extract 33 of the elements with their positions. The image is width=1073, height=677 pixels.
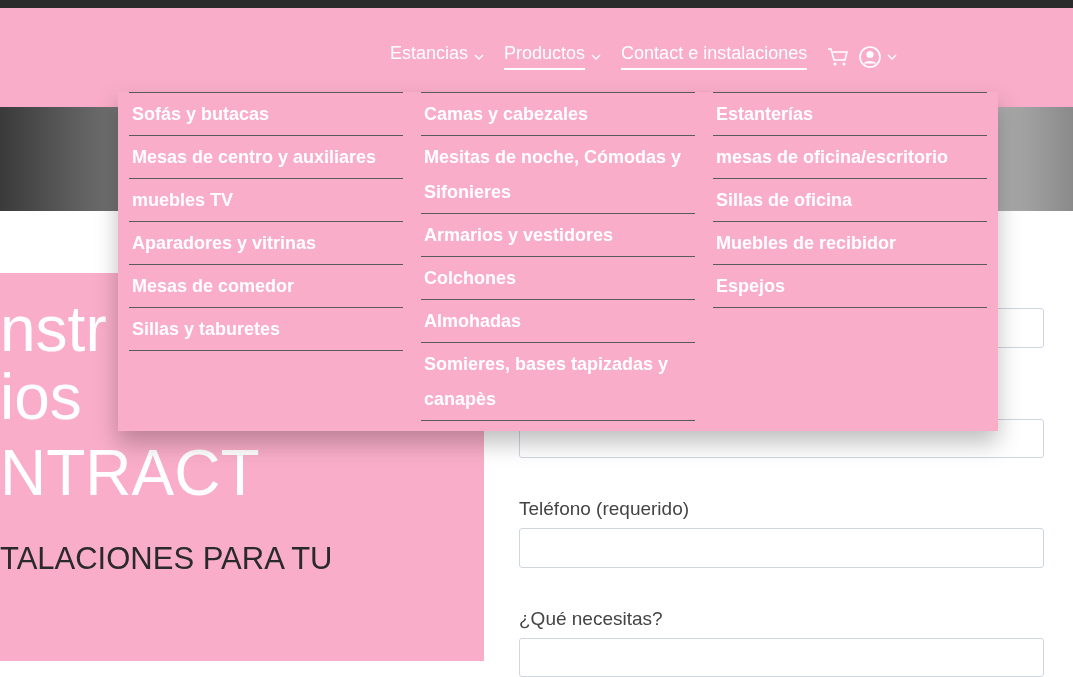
hero-title-line: ios	[0, 363, 82, 431]
menu-item[interactable]: Almohadas	[421, 299, 695, 342]
hero-title-line: NTRACT	[0, 439, 260, 507]
menu-item[interactable]: muebles TV	[129, 178, 403, 221]
menu-item[interactable]: mesas de oficina/escritorio	[713, 135, 987, 178]
nav-link[interactable]: Productos	[504, 43, 586, 70]
menu-item[interactable]: Sofás y butacas	[129, 92, 403, 135]
menu-item[interactable]: Camas y cabezales	[421, 92, 695, 135]
input-field[interactable]	[519, 637, 1044, 677]
account-icon[interactable]	[859, 45, 882, 68]
nav-link[interactable]: Contact e instalaciones	[621, 43, 808, 70]
field-label: Teléfono (requerido)	[519, 498, 691, 520]
input-field[interactable]	[519, 528, 1044, 568]
hero-subtitle: TALACIONES PARA TU	[0, 541, 333, 577]
menu-item[interactable]: Estanterías	[713, 92, 987, 135]
menu-item[interactable]: Colchones	[421, 256, 695, 299]
nav-link[interactable]: Estancias	[390, 43, 469, 70]
chevron-icon	[474, 53, 485, 60]
field-label: ¿Qué necesitas?	[519, 607, 664, 630]
menu-item[interactable]: Espejos	[713, 264, 987, 307]
menu-item[interactable]: Mesitas de noche, Cómodas y Sifonieres	[421, 135, 695, 213]
hero-title-line: nstr	[0, 295, 107, 363]
chevron-icon	[591, 53, 602, 60]
menu-item[interactable]: Somieres, bases tapizadas y canapès	[421, 342, 695, 420]
cart-icon[interactable]	[827, 46, 850, 67]
menu-item[interactable]: Armarios y vestidores	[421, 213, 695, 256]
menu-item[interactable]: Sillas de oficina	[713, 178, 987, 221]
menu-item[interactable]: Aparadores y vitrinas	[129, 221, 403, 264]
menu-item[interactable]: Muebles de recibidor	[713, 221, 987, 264]
menu-item[interactable]: Mesas de centro y auxiliares	[129, 135, 403, 178]
chevron-icon	[887, 53, 898, 60]
menu-item[interactable]: Sillas y taburetes	[129, 307, 403, 350]
menu-item[interactable]: Mesas de comedor	[129, 264, 403, 307]
